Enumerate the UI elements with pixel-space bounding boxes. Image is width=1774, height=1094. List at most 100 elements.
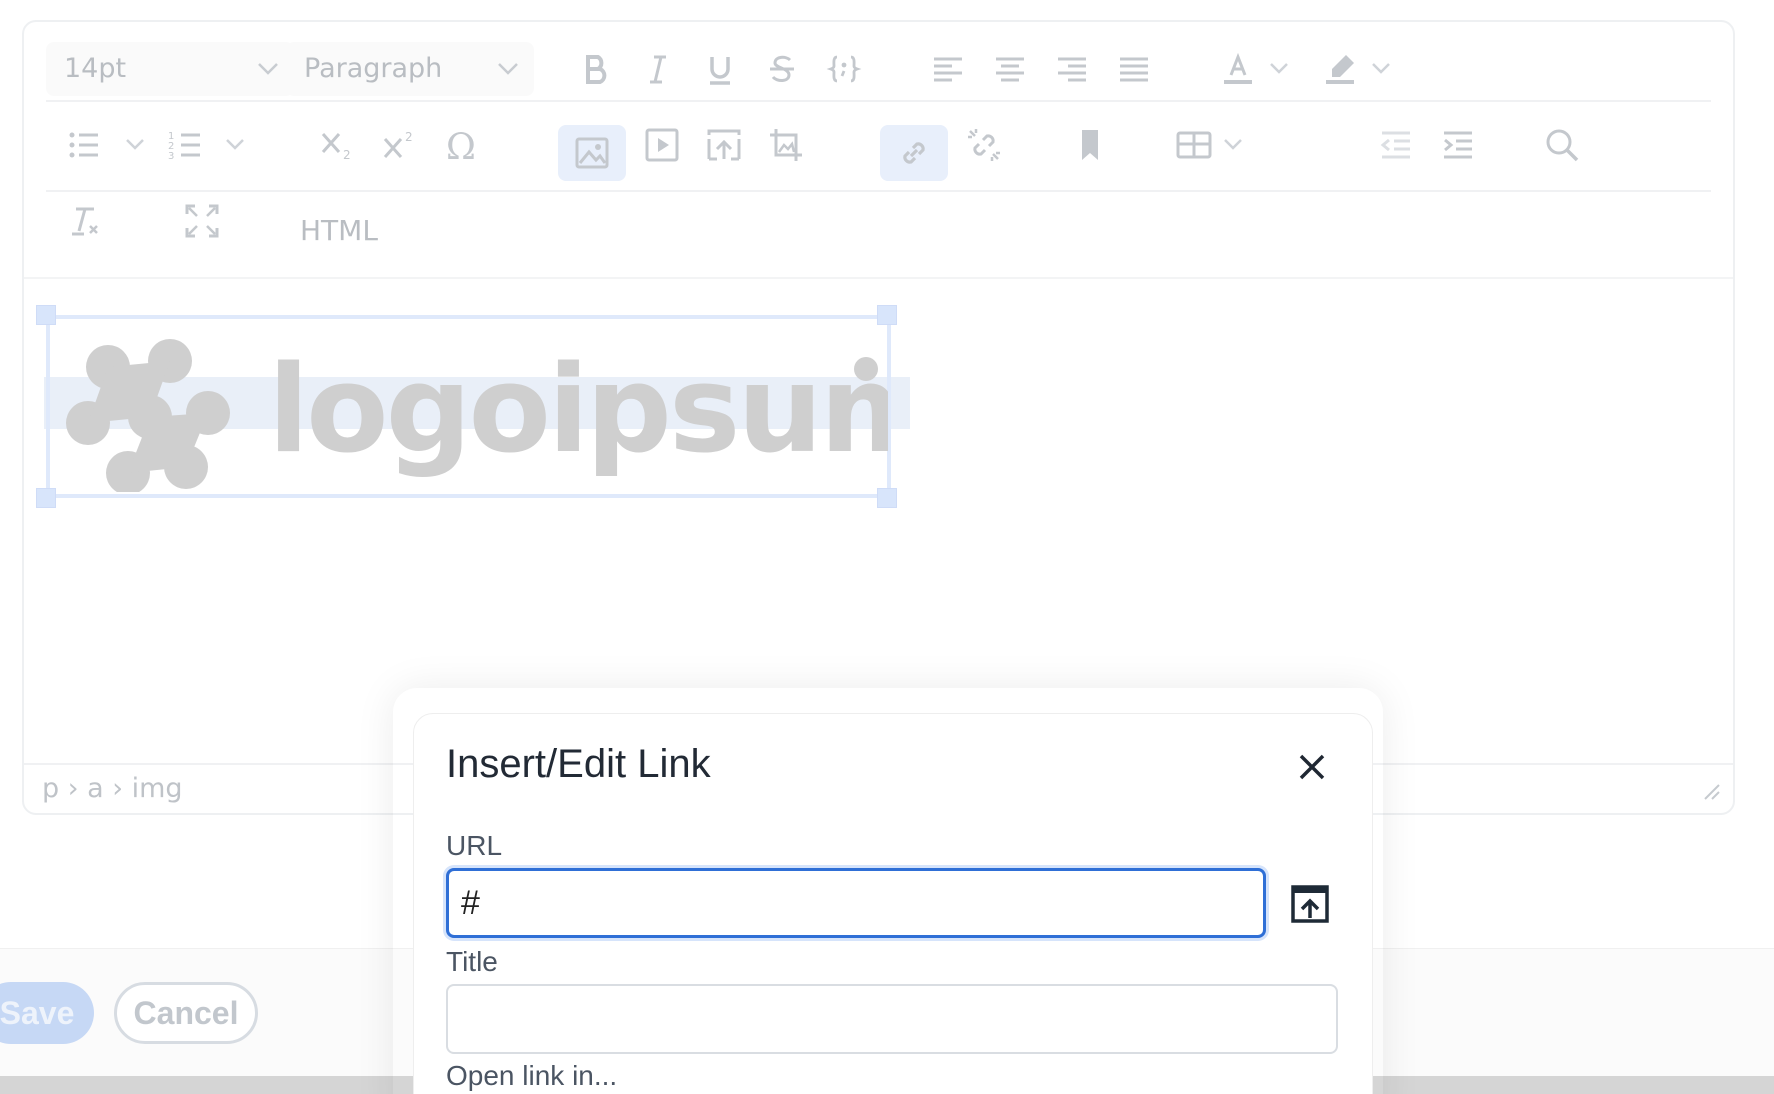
insert-link-button[interactable] [880,125,948,181]
crop-image-icon [770,129,802,161]
superscript-button[interactable]: 2 [370,116,430,174]
url-label: URL [446,830,503,861]
superscript-icon: 2 [383,130,413,158]
outdent-button[interactable] [1366,116,1426,174]
align-left-button[interactable] [918,40,978,98]
align-center-button[interactable] [980,40,1040,98]
indent-button[interactable] [1428,116,1488,174]
bullet-list-icon [69,132,98,158]
numbered-list-button[interactable]: 123 [156,116,216,174]
bold-button[interactable] [566,40,626,98]
text-color-icon [1224,52,1252,84]
edit-image-button[interactable] [756,116,816,174]
search-icon [1546,129,1579,162]
close-button[interactable] [1287,742,1337,792]
outdent-icon [1380,131,1410,159]
toolbar-bottom-divider [24,277,1733,279]
logo-image: logoipsum [66,339,888,492]
clear-formatting-button[interactable] [54,192,114,250]
link-icon [903,142,925,164]
upload-icon [707,129,741,161]
chevron-down-icon [256,42,280,116]
toolbar-divider [46,190,1711,192]
italic-button[interactable] [628,40,688,98]
resize-handle-top-right[interactable] [877,305,897,325]
resize-handle-bottom-right[interactable] [877,488,897,508]
indent-icon [1444,131,1472,159]
table-icon [1176,131,1212,159]
italic-icon [650,55,666,84]
logo-text: logoipsum [268,341,888,480]
media-play-icon [645,128,679,162]
cancel-button[interactable]: Cancel [114,982,258,1044]
code-braces-icon [826,55,862,83]
code-button[interactable] [814,40,874,98]
url-input[interactable] [446,868,1266,938]
underline-icon [710,57,730,85]
svg-text:2: 2 [405,130,413,144]
image-icon [575,137,609,169]
selected-logo-image[interactable]: logoipsum [46,315,891,498]
resize-handle-top-left[interactable] [36,305,56,325]
svg-text:3: 3 [168,151,174,162]
bold-icon [586,55,607,84]
close-icon [1299,754,1325,780]
fullscreen-icon [185,204,219,238]
subscript-button[interactable]: 2 [308,116,368,174]
chevron-down-icon[interactable] [224,134,246,158]
font-size-value: 14pt [64,53,127,84]
block-format-select[interactable]: Paragraph [286,42,534,96]
special-character-button[interactable]: Ω [432,116,492,174]
text-color-button[interactable] [1208,40,1268,98]
bullet-list-button[interactable] [54,116,114,174]
chevron-down-icon[interactable] [124,134,146,158]
resize-handle-bottom-left[interactable] [36,488,56,508]
chevron-down-icon[interactable] [1370,58,1392,82]
align-right-icon [1058,57,1086,82]
bookmark-button[interactable] [1060,116,1120,174]
browse-files-button[interactable] [1282,876,1338,932]
chevron-down-icon[interactable] [1268,58,1290,82]
upload-button[interactable] [694,116,754,174]
clear-formatting-icon [72,207,98,236]
svg-text:2: 2 [343,148,351,162]
browse-upload-icon [1291,885,1329,923]
resize-grip-icon[interactable] [1701,781,1721,807]
title-input[interactable] [446,984,1338,1054]
title-label: Title [446,946,498,977]
unlink-button[interactable] [954,116,1014,174]
align-justify-icon [1120,57,1148,82]
insert-image-button[interactable] [558,125,626,181]
block-format-value: Paragraph [304,53,443,84]
chevron-down-icon[interactable] [1222,134,1244,158]
strikethrough-icon [770,55,794,82]
align-right-button[interactable] [1042,40,1102,98]
html-source-button[interactable]: HTML [300,214,378,247]
highlighter-icon [1326,55,1354,84]
numbered-list-icon: 123 [168,131,200,162]
toolbar-divider [46,100,1711,102]
strikethrough-button[interactable] [752,40,812,98]
page: 14pt Paragraph 1 2 3 2 2 Ω HTML logoipsu… [0,0,1774,1094]
highlight-color-button[interactable] [1310,40,1370,98]
chevron-down-icon [496,42,520,116]
svg-text:Ω: Ω [446,127,476,165]
font-size-select[interactable]: 14pt [46,42,294,96]
omega-icon: Ω [446,127,476,165]
insert-media-button[interactable] [632,116,692,174]
fullscreen-button[interactable] [172,192,232,250]
dialog-title: Insert/Edit Link [446,742,711,786]
bookmark-icon [1082,130,1098,160]
table-button[interactable] [1164,116,1224,174]
open-link-label: Open link in... [446,1060,618,1091]
insert-link-dialog: Insert/Edit Link URL Title Open link in.… [413,713,1373,1094]
align-center-icon [996,57,1024,82]
unlink-icon [968,129,1000,161]
search-button[interactable] [1532,116,1592,174]
save-button[interactable]: Save [0,982,94,1044]
element-path[interactable]: p › a › img [42,773,183,804]
align-left-icon [934,57,962,82]
underline-button[interactable] [690,40,750,98]
align-justify-button[interactable] [1104,40,1164,98]
subscript-icon: 2 [321,133,351,162]
